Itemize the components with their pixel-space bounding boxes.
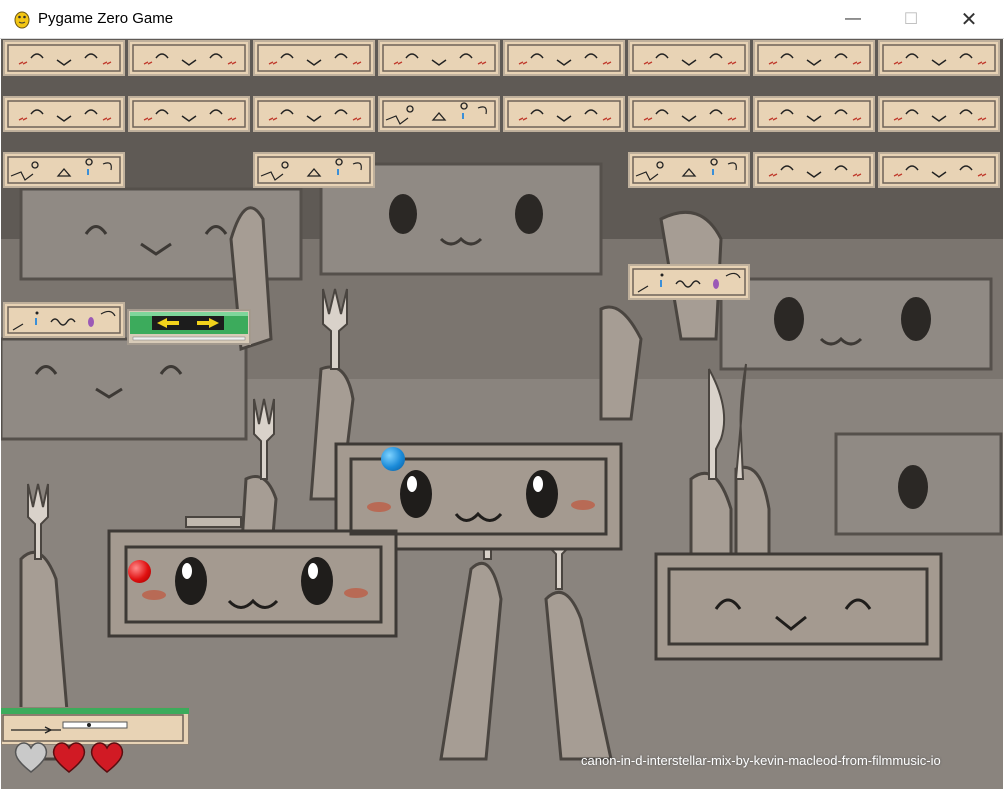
lives-display <box>13 739 133 779</box>
brick <box>3 40 125 76</box>
brick <box>3 96 125 132</box>
brick <box>878 96 1000 132</box>
maximize-button[interactable]: ☐ <box>888 0 934 38</box>
brick <box>253 40 375 76</box>
brick <box>628 96 750 132</box>
close-button[interactable]: ✕ <box>946 0 992 38</box>
brick-cracked <box>628 152 750 188</box>
brick <box>253 96 375 132</box>
brick-wavy <box>3 302 125 338</box>
brick <box>503 96 625 132</box>
music-credit: canon-in-d-interstellar-mix-by-kevin-mac… <box>581 753 941 768</box>
brick-cracked <box>378 96 500 132</box>
minimize-button[interactable]: — <box>830 0 876 38</box>
brick <box>878 40 1000 76</box>
brick-wavy <box>628 264 750 300</box>
brick-cracked <box>3 152 125 188</box>
title-bar: Pygame Zero Game — ☐ ✕ <box>0 0 1004 39</box>
brick <box>753 96 875 132</box>
brick <box>128 40 250 76</box>
heart-full-icon <box>90 742 124 773</box>
expand-paddle-powerup <box>127 309 251 345</box>
brick <box>378 40 500 76</box>
brick <box>753 40 875 76</box>
window-title: Pygame Zero Game <box>38 10 174 27</box>
heart-empty-icon <box>14 742 48 773</box>
brick-cracked <box>253 152 375 188</box>
brick <box>628 40 750 76</box>
brick <box>128 96 250 132</box>
brick <box>878 152 1000 188</box>
ball-red <box>128 560 151 583</box>
game-canvas[interactable]: canon-in-d-interstellar-mix-by-kevin-mac… <box>1 39 1003 789</box>
pygame-snake-icon <box>14 11 30 29</box>
heart-full-icon <box>52 742 86 773</box>
ball-blue <box>381 447 405 471</box>
brick <box>503 40 625 76</box>
brick <box>753 152 875 188</box>
